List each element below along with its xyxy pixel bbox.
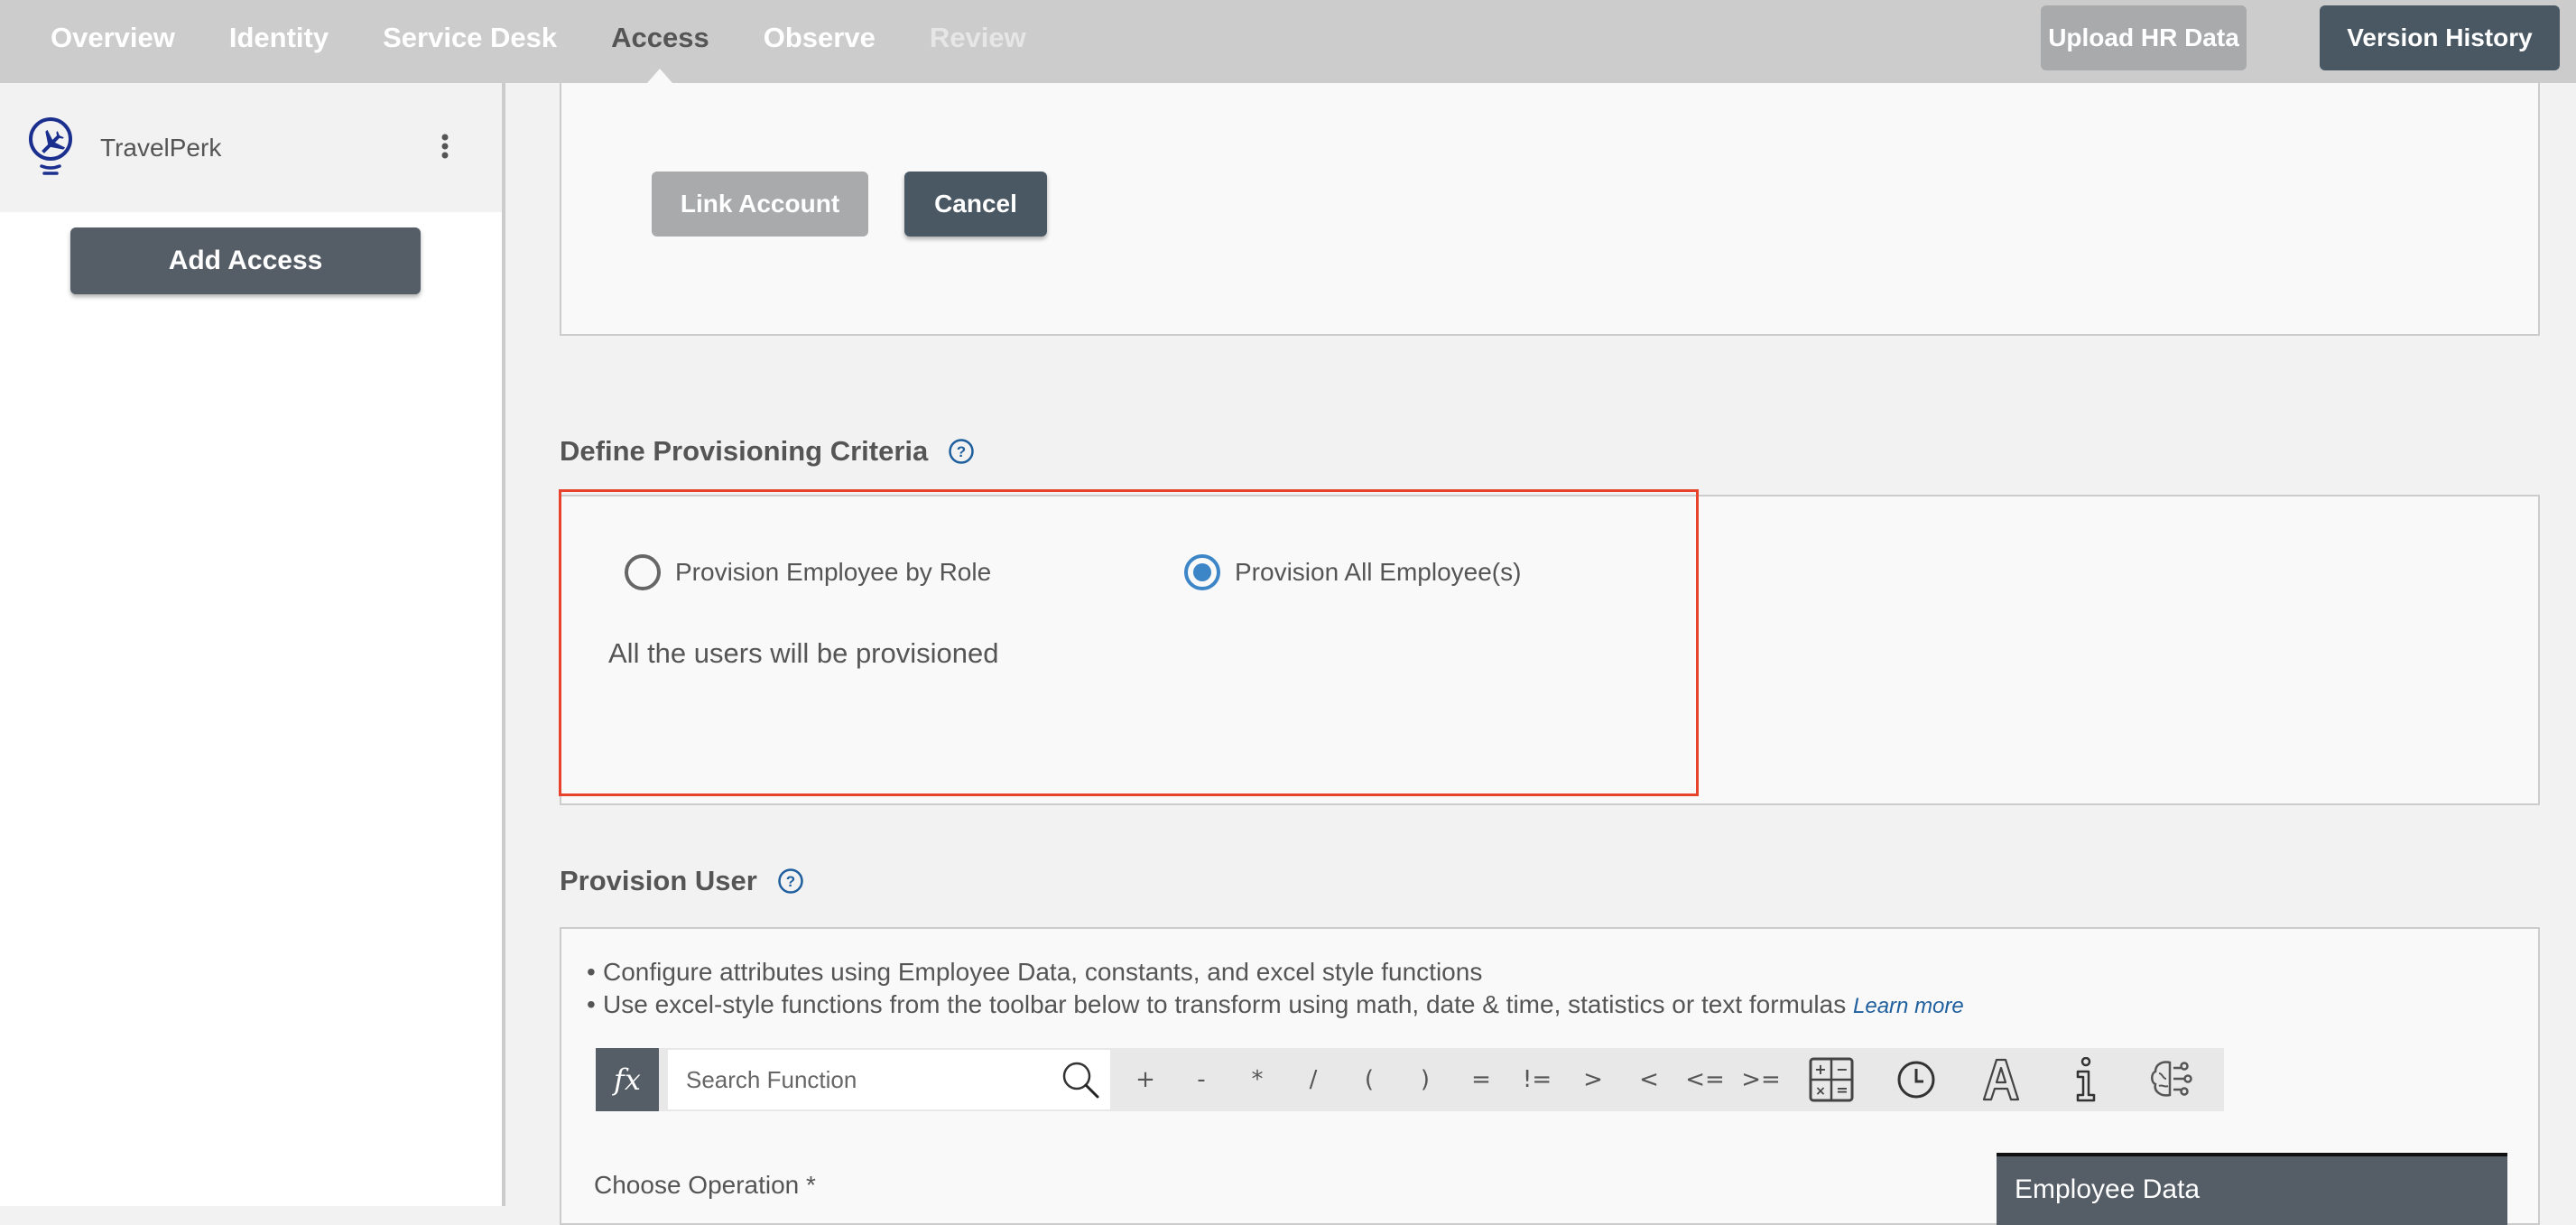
employee-data-panel-header[interactable]: Employee Data <box>1997 1153 2507 1225</box>
more-options-icon[interactable] <box>439 134 451 162</box>
info-icon[interactable] <box>2043 1052 2128 1108</box>
fx-icon[interactable]: fx <box>596 1048 659 1111</box>
nav-tab-access[interactable]: Access <box>611 0 709 83</box>
svg-text:+: + <box>1814 1061 1826 1078</box>
add-access-button[interactable]: Add Access <box>70 227 421 294</box>
nav-tab-overview[interactable]: Overview <box>51 0 175 83</box>
operator-not-equals[interactable]: != <box>1509 1066 1565 1093</box>
upload-hr-data-button[interactable]: Upload HR Data <box>2041 5 2247 70</box>
search-function-box <box>668 1050 1110 1109</box>
highlight-box <box>559 489 1699 796</box>
search-function-input[interactable] <box>668 1065 1047 1094</box>
version-history-button[interactable]: Version History <box>2320 5 2560 70</box>
link-account-panel: Link Account Cancel <box>560 83 2540 336</box>
instruction-item: Configure attributes using Employee Data… <box>587 956 1964 988</box>
clock-icon[interactable] <box>1874 1052 1959 1108</box>
travelperk-logo-icon <box>29 117 72 175</box>
operator-open-paren[interactable]: ( <box>1341 1066 1397 1093</box>
svg-text:?: ? <box>786 873 795 890</box>
help-icon[interactable]: ? <box>777 868 804 895</box>
svg-text:−: − <box>1836 1061 1848 1078</box>
nav-tab-service-desk[interactable]: Service Desk <box>383 0 557 83</box>
operator-multiply[interactable]: * <box>1229 1066 1285 1093</box>
criteria-section-title: Define Provisioning Criteria ? <box>560 435 975 468</box>
criteria-title-text: Define Provisioning Criteria <box>560 435 929 467</box>
math-functions-icon[interactable]: + − × = <box>1789 1052 1874 1108</box>
provision-user-section-title: Provision User ? <box>560 865 804 897</box>
provision-user-panel: Configure attributes using Employee Data… <box>560 927 2540 1225</box>
learn-more-link[interactable]: Learn more <box>1853 994 1964 1018</box>
sidebar: TravelPerk Add Access <box>0 83 502 1206</box>
help-icon[interactable]: ? <box>948 438 975 465</box>
svg-text:×: × <box>1815 1084 1826 1099</box>
sidebar-app-item[interactable]: TravelPerk <box>0 83 502 212</box>
app-name: TravelPerk <box>100 134 222 162</box>
operator-divide[interactable]: / <box>1285 1066 1341 1093</box>
svg-text:=: = <box>1836 1081 1848 1099</box>
top-navigation-bar: Overview Identity Service Desk Access Ob… <box>0 0 2576 83</box>
text-icon[interactable] <box>1959 1052 2043 1108</box>
main-nav: Overview Identity Service Desk Access Ob… <box>51 0 1080 83</box>
provision-user-title-text: Provision User <box>560 865 757 896</box>
cancel-button[interactable]: Cancel <box>904 172 1047 237</box>
operator-greater-equal[interactable]: >= <box>1733 1066 1789 1093</box>
operator-buttons: + - * / ( ) = != > < <= >= <box>1117 1066 1789 1093</box>
search-icon[interactable] <box>1060 1059 1101 1100</box>
choose-operation-label: Choose Operation * <box>594 1171 816 1199</box>
content-gutter <box>505 83 560 1206</box>
operator-less-equal[interactable]: <= <box>1677 1066 1733 1093</box>
nav-tab-review[interactable]: Review <box>930 0 1026 83</box>
operator-close-paren[interactable]: ) <box>1397 1066 1453 1093</box>
operator-plus[interactable]: + <box>1117 1066 1173 1093</box>
instructions-list: Configure attributes using Employee Data… <box>587 956 1964 1023</box>
instruction-item: Use excel-style functions from the toolb… <box>587 988 1964 1023</box>
operator-equals[interactable]: = <box>1453 1066 1509 1093</box>
operator-minus[interactable]: - <box>1173 1066 1229 1093</box>
svg-text:?: ? <box>957 443 966 460</box>
nav-tab-observe[interactable]: Observe <box>764 0 876 83</box>
operator-less[interactable]: < <box>1621 1066 1677 1093</box>
function-toolbar: fx + - * / ( ) = != > < <= >= <box>596 1048 2224 1111</box>
ai-brain-icon[interactable] <box>2128 1052 2213 1108</box>
nav-tab-identity[interactable]: Identity <box>229 0 329 83</box>
link-account-button[interactable]: Link Account <box>652 172 868 237</box>
operator-greater[interactable]: > <box>1565 1066 1621 1093</box>
